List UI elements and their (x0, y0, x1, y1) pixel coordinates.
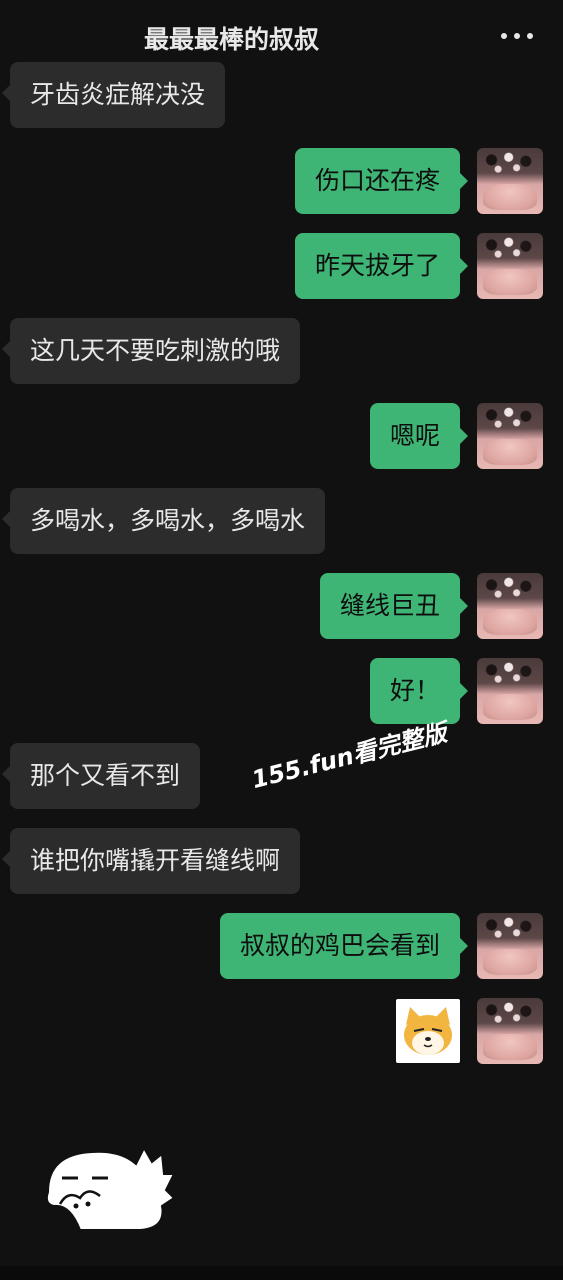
message-bubble[interactable]: 牙齿炎症解决没 (1, 62, 226, 128)
message-bubble[interactable]: 叔叔的鸡巴会看到 (219, 913, 469, 979)
dog-face-sticker[interactable] (396, 999, 460, 1063)
message-bubble[interactable]: 缝线巨丑 (319, 573, 469, 639)
message-bubble[interactable]: 嗯呢 (369, 403, 469, 469)
bottom-bar (0, 1266, 563, 1280)
user-avatar[interactable] (477, 998, 543, 1064)
dinosaur-sticker[interactable] (40, 1134, 180, 1234)
user-avatar[interactable] (477, 148, 543, 214)
message-bubble[interactable]: 昨天拔牙了 (294, 233, 469, 299)
message-bubble[interactable]: 伤口还在疼 (294, 148, 469, 214)
user-avatar[interactable] (477, 658, 543, 724)
watermark-text: 155.fun看完整版 (248, 718, 450, 795)
message-bubble[interactable]: 那个又看不到 (1, 743, 201, 809)
user-avatar[interactable] (477, 573, 543, 639)
more-dots-icon[interactable] (501, 30, 533, 42)
message-bubble[interactable]: 这几天不要吃刺激的哦 (1, 318, 301, 384)
message-bubble[interactable]: 谁把你嘴撬开看缝线啊 (1, 828, 301, 894)
message-bubble[interactable]: 多喝水，多喝水，多喝水 (1, 488, 326, 554)
user-avatar[interactable] (477, 233, 543, 299)
chat-title: 最最最棒的叔叔 (143, 25, 319, 54)
message-bubble[interactable]: 好！ (369, 658, 469, 724)
user-avatar[interactable] (477, 913, 543, 979)
user-avatar[interactable] (477, 403, 543, 469)
